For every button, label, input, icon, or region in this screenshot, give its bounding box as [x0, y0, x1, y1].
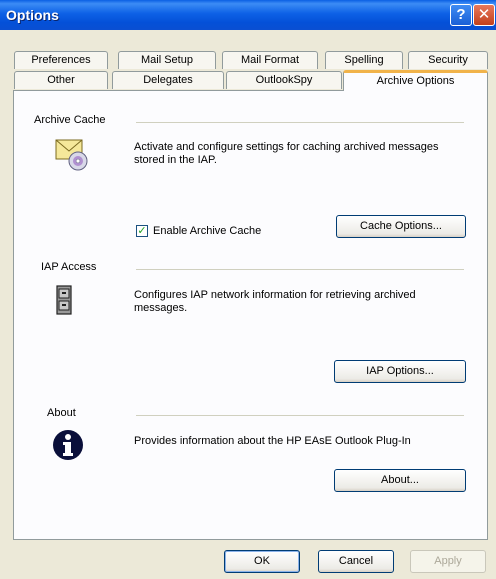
iap-access-description: Configures IAP network information for r… — [134, 289, 416, 314]
envelope-cd-icon — [55, 139, 88, 171]
enable-archive-cache-label[interactable]: Enable Archive Cache — [153, 225, 261, 238]
close-button[interactable]: ✕ — [473, 4, 495, 26]
archive-cache-title: Archive Cache — [34, 114, 106, 126]
tab-delegates[interactable]: Delegates — [112, 71, 224, 89]
tab-outlookspy[interactable]: OutlookSpy — [226, 71, 342, 89]
about-divider — [136, 415, 464, 416]
iap-access-title: IAP Access — [41, 261, 97, 273]
file-cabinet-icon — [56, 285, 72, 315]
title-bar: Options ? ✕ — [0, 0, 496, 30]
tab-preferences[interactable]: Preferences — [14, 51, 108, 69]
archive-cache-description: Activate and configure settings for cach… — [134, 141, 439, 166]
about-description: Provides information about the HP EAsE O… — [134, 435, 411, 447]
tab-archive-options[interactable]: Archive Options — [343, 70, 488, 91]
window-title: Options — [6, 7, 59, 23]
tab-security[interactable]: Security — [408, 51, 488, 69]
tab-other[interactable]: Other — [14, 71, 108, 89]
apply-button[interactable]: Apply — [410, 550, 486, 573]
checkmark-icon: ✓ — [137, 225, 147, 237]
cache-options-button[interactable]: Cache Options... — [336, 215, 466, 238]
options-dialog: Options ? ✕ Preferences Mail Setup Mail … — [0, 0, 496, 579]
tab-mail-format[interactable]: Mail Format — [222, 51, 318, 69]
about-title: About — [47, 407, 76, 419]
cancel-button[interactable]: Cancel — [318, 550, 394, 573]
archive-options-panel: Archive Cache Activate and configure set… — [13, 90, 488, 540]
iap-options-button[interactable]: IAP Options... — [334, 360, 466, 383]
ok-button[interactable]: OK — [224, 550, 300, 573]
help-button[interactable]: ? — [450, 4, 472, 26]
about-button[interactable]: About... — [334, 469, 466, 492]
info-icon — [53, 430, 83, 460]
enable-archive-cache-checkbox[interactable]: ✓ — [136, 225, 148, 237]
tab-mail-setup[interactable]: Mail Setup — [118, 51, 216, 69]
tab-spelling[interactable]: Spelling — [325, 51, 403, 69]
archive-cache-divider — [136, 122, 464, 123]
iap-access-divider — [136, 269, 464, 270]
